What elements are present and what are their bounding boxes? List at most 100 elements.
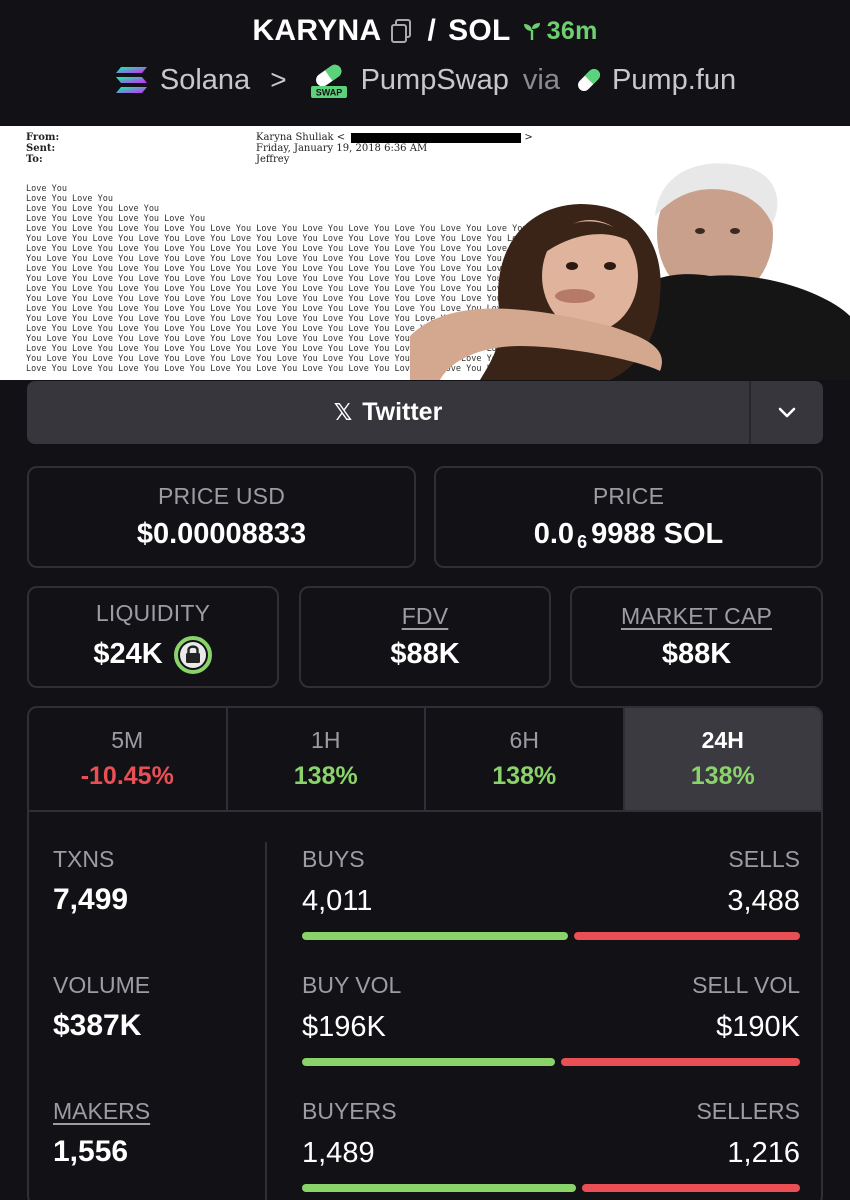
more-links-dropdown[interactable]	[749, 381, 823, 444]
price-usd-label: PRICE USD	[157, 483, 286, 509]
sells-value: 3,488	[727, 885, 800, 917]
email-from-value: Karyna Shuliak <	[256, 132, 346, 143]
chevron-down-icon	[778, 407, 796, 417]
buys-value: 4,011	[302, 885, 373, 917]
launchpad-link[interactable]: Pump.fun	[612, 64, 736, 97]
token-symbol: KARYNA	[252, 14, 382, 47]
tab-change-value: 138%	[293, 762, 358, 790]
solana-icon	[115, 67, 147, 93]
makers-metric: MAKERS 1,556	[53, 1098, 150, 1169]
price-usd-box: PRICE USD $0.00008833	[27, 466, 416, 568]
x-logo-icon: 𝕏	[333, 399, 353, 425]
fdv-label[interactable]: FDV	[402, 603, 449, 630]
sellers-bar-fill	[581, 1184, 800, 1192]
price-sol-box: PRICE 0.0 6 9988 SOL	[434, 466, 823, 568]
sellers-value: 1,216	[727, 1137, 800, 1169]
tab-label: 1H	[311, 727, 341, 753]
pumpswap-icon: SWAP	[310, 64, 347, 98]
price-sol-zero-count: 6	[577, 532, 588, 552]
market-cap-label[interactable]: MARKET CAP	[621, 603, 772, 630]
email-sent-value: Friday, January 19, 2018 6:36 AM	[256, 143, 428, 154]
sells-label: SELLS	[728, 846, 800, 872]
buyers-value: 1,489	[302, 1137, 375, 1169]
price-usd-value: $0.00008833	[136, 518, 307, 550]
social-links-bar: 𝕏 Twitter	[27, 381, 823, 444]
liquidity-label: LIQUIDITY	[95, 599, 211, 626]
buyers-sellers-split: BUYERS SELLERS 1,489 1,216	[302, 1098, 800, 1192]
market-cap-box[interactable]: MARKET CAP $88K	[570, 586, 823, 688]
couple-photo	[410, 163, 850, 380]
twitter-label: Twitter	[362, 398, 443, 426]
locked-liquidity-icon[interactable]	[173, 635, 213, 675]
buy-sell-volume-bar	[302, 1058, 800, 1066]
tab-24h[interactable]: 24H 138%	[624, 708, 821, 810]
buy-vol-value: $196K	[302, 1011, 386, 1043]
buys-sells-bar	[302, 932, 800, 940]
chain-link[interactable]: Solana	[160, 64, 250, 97]
tab-change-value: 138%	[492, 762, 557, 790]
price-sol-prefix: 0.0	[533, 518, 575, 550]
buys-bar-fill	[302, 932, 569, 940]
tab-label: 5M	[111, 727, 144, 753]
buys-label: BUYS	[302, 846, 365, 872]
volume-label: VOLUME	[53, 972, 151, 998]
tab-label: 24H	[701, 727, 744, 753]
pair-title-row: KARYNA / SOL 36m	[0, 14, 850, 48]
tab-1h[interactable]: 1H 138%	[228, 708, 426, 810]
liquidity-value: $24K	[93, 638, 163, 670]
tab-label: 6H	[509, 727, 539, 753]
breadcrumb: Solana > SWAP PumpSwap via Pump.fun	[0, 60, 850, 100]
price-sol-suffix: 9988 SOL	[591, 518, 724, 550]
dex-link[interactable]: PumpSwap	[361, 64, 509, 97]
txns-value: 7,499	[53, 883, 129, 916]
sells-bar-fill	[574, 932, 800, 940]
pair-separator: /	[427, 14, 437, 47]
sellers-label: SELLERS	[696, 1098, 800, 1124]
pumpfun-icon	[578, 69, 600, 91]
timeframe-tabs: 5M -10.45% 1H 138% 6H 138% 24H 138%	[29, 708, 821, 812]
buys-sells-split: BUYS SELLS 4,011 3,488	[302, 846, 800, 940]
redaction-bar	[351, 132, 522, 143]
price-sol-label: PRICE	[592, 483, 665, 509]
tab-6h[interactable]: 6H 138%	[426, 708, 625, 810]
market-cap-value: $88K	[661, 638, 732, 670]
email-to-label: To:	[26, 154, 43, 165]
stats-panel: 5M -10.45% 1H 138% 6H 138% 24H 138% TXNS…	[27, 706, 823, 1200]
sprout-icon	[523, 23, 540, 40]
email-to-value: Jeffrey	[256, 154, 290, 165]
quote-symbol: SOL	[448, 14, 511, 47]
email-sent-label: Sent:	[26, 143, 56, 154]
fdv-box[interactable]: FDV $88K	[299, 586, 551, 688]
copy-icon[interactable]	[389, 18, 413, 44]
stats-divider	[265, 842, 267, 1200]
liquidity-value-row: $24K	[93, 635, 212, 675]
pair-header: KARYNA / SOL 36m Solana > SWAP PumpSwap …	[0, 0, 850, 126]
sell-vol-value: $190K	[716, 1011, 800, 1043]
twitter-button[interactable]: 𝕏 Twitter	[27, 381, 749, 444]
price-sol-value: 0.0 6 9988 SOL	[533, 518, 724, 552]
buy-sell-volume-split: BUY VOL SELL VOL $196K $190K	[302, 972, 800, 1066]
volume-value: $387K	[53, 1009, 142, 1042]
tab-change-value: 138%	[690, 762, 755, 790]
buyers-label: BUYERS	[302, 1098, 397, 1124]
swap-badge-text: SWAP	[315, 88, 342, 98]
sell-vol-label: SELL VOL	[692, 972, 800, 998]
makers-label[interactable]: MAKERS	[53, 1098, 150, 1125]
txns-label: TXNS	[53, 846, 115, 872]
tab-5m[interactable]: 5M -10.45%	[29, 708, 228, 810]
buy-vol-bar-fill	[302, 1058, 555, 1066]
sell-vol-bar-fill	[560, 1058, 800, 1066]
txns-metric: TXNS 7,499	[53, 846, 128, 917]
makers-value: 1,556	[53, 1135, 129, 1168]
buyers-bar-fill	[302, 1184, 576, 1192]
fdv-value: $88K	[390, 638, 460, 670]
pair-age: 36m	[521, 17, 598, 46]
token-banner-image: From: Karyna Shuliak < > Sent: Friday, Jan…	[0, 126, 850, 380]
email-from-label: From:	[26, 132, 60, 143]
chevron-right-icon: >	[270, 64, 287, 95]
pair-age-value: 36m	[546, 16, 598, 45]
liquidity-box: LIQUIDITY $24K	[27, 586, 279, 688]
via-label: via	[522, 63, 560, 96]
tab-change-value: -10.45%	[80, 762, 174, 790]
buyers-sellers-bar	[302, 1184, 800, 1192]
